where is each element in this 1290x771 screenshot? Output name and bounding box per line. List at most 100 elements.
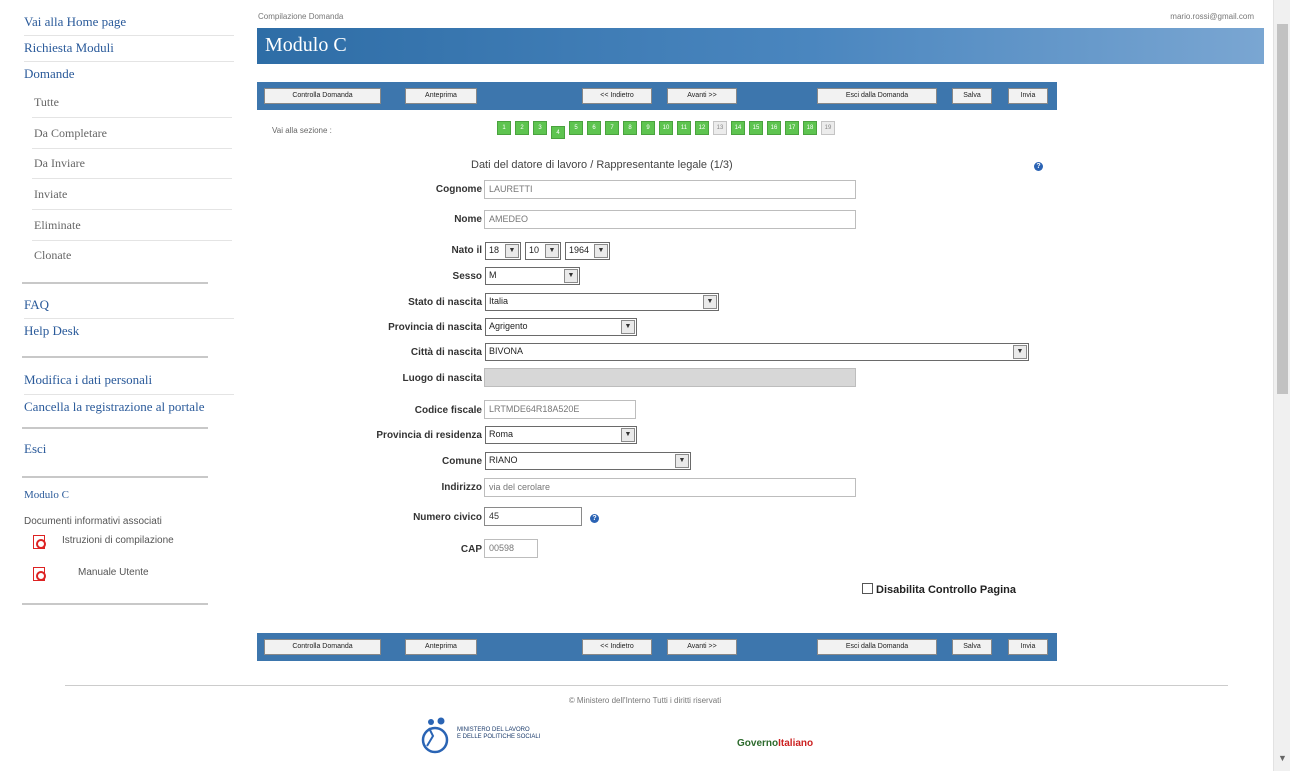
section-button-1[interactable]: 1 xyxy=(497,121,511,135)
help-desk-link[interactable]: Help Desk xyxy=(24,323,79,339)
section-button-11[interactable]: 11 xyxy=(677,121,691,135)
avanti-button[interactable]: Avanti >> xyxy=(667,639,737,655)
modifica-dati-link[interactable]: Modifica i dati personali xyxy=(24,372,152,388)
domande-link[interactable]: Domande xyxy=(24,66,75,82)
user-email: mario.rossi@gmail.com xyxy=(1170,12,1254,21)
home-link[interactable]: Vai alla Home page xyxy=(24,14,126,30)
disable-check-control[interactable]: Disabilita Controllo Pagina xyxy=(862,583,1016,596)
salva-button[interactable]: Salva xyxy=(952,639,992,655)
chevron-down-icon: ▼ xyxy=(621,428,635,442)
cancella-registrazione-link[interactable]: Cancella la registrazione al portale xyxy=(24,399,204,415)
provincia-nascita-label: Provincia di nascita xyxy=(388,322,482,333)
nato-anno-select[interactable]: 1964 ▼ xyxy=(565,242,610,260)
invia-button[interactable]: Invia xyxy=(1008,639,1048,655)
controlla-domanda-button[interactable]: Controlla Domanda xyxy=(264,639,381,655)
chevron-down-icon: ▼ xyxy=(675,454,689,468)
anteprima-button[interactable]: Anteprima xyxy=(405,88,477,104)
section-button-5[interactable]: 5 xyxy=(569,121,583,135)
cognome-field[interactable]: LAURETTI xyxy=(484,180,856,199)
scrollbar-thumb[interactable] xyxy=(1277,24,1288,394)
select-value: RIANO xyxy=(489,455,518,465)
scrollbar[interactable]: ▼ xyxy=(1273,0,1290,771)
controlla-domanda-button[interactable]: Controlla Domanda xyxy=(264,88,381,104)
sidebar-item-inviate[interactable]: Inviate xyxy=(34,187,67,202)
checkbox[interactable] xyxy=(862,583,873,594)
comune-select[interactable]: RIANO ▼ xyxy=(485,452,691,470)
cognome-label: Cognome xyxy=(435,184,482,195)
citta-nascita-select[interactable]: BIVONA ▼ xyxy=(485,343,1029,361)
governo-text: Governo xyxy=(737,738,779,749)
sesso-select[interactable]: M ▼ xyxy=(485,267,580,285)
top-toolbar: Controlla Domanda Anteprima << Indietro … xyxy=(257,82,1057,110)
istruzioni-link[interactable]: Istruzioni di compilazione xyxy=(62,535,174,546)
richiesta-moduli-link[interactable]: Richiesta Moduli xyxy=(24,40,114,56)
sidebar-item-da-inviare[interactable]: Da Inviare xyxy=(34,156,85,171)
section-button-8[interactable]: 8 xyxy=(623,121,637,135)
indirizzo-field[interactable]: via del cerolare xyxy=(484,478,856,497)
pdf-icon xyxy=(33,535,46,549)
sidebar-item-da-completare[interactable]: Da Completare xyxy=(34,126,107,141)
section-button-18[interactable]: 18 xyxy=(803,121,817,135)
section-button-14[interactable]: 14 xyxy=(731,121,745,135)
chevron-down-icon: ▼ xyxy=(594,244,608,258)
disable-check-label: Disabilita Controllo Pagina xyxy=(876,584,1016,596)
codice-fiscale-field[interactable]: LRTMDE64R18A520E xyxy=(484,400,636,419)
nome-field[interactable]: AMEDEO xyxy=(484,210,856,229)
chevron-down-icon: ▼ xyxy=(545,244,559,258)
section-button-3[interactable]: 3 xyxy=(533,121,547,135)
sidebar-item-clonate[interactable]: Clonate xyxy=(34,248,71,263)
provincia-nascita-select[interactable]: Agrigento ▼ xyxy=(485,318,637,336)
sidebar-item-eliminate[interactable]: Eliminate xyxy=(34,218,81,233)
help-icon[interactable]: ? xyxy=(1034,162,1043,171)
cap-field[interactable]: 00598 xyxy=(484,539,538,558)
invia-button[interactable]: Invia xyxy=(1008,88,1048,104)
section-button-19[interactable]: 19 xyxy=(821,121,835,135)
section-separator xyxy=(22,282,208,284)
esci-link[interactable]: Esci xyxy=(24,441,46,457)
select-value: Agrigento xyxy=(489,321,528,331)
stato-nascita-select[interactable]: Italia ▼ xyxy=(485,293,719,311)
avanti-button[interactable]: Avanti >> xyxy=(667,88,737,104)
citta-nascita-label: Città di nascita xyxy=(410,347,482,358)
divider xyxy=(32,148,232,149)
indietro-button[interactable]: << Indietro xyxy=(582,88,652,104)
sesso-label: Sesso xyxy=(452,271,482,282)
section-button-16[interactable]: 16 xyxy=(767,121,781,135)
select-value: 1964 xyxy=(569,245,590,255)
select-value: M xyxy=(489,270,497,280)
section-button-10[interactable]: 10 xyxy=(659,121,673,135)
section-button-15[interactable]: 15 xyxy=(749,121,763,135)
section-button-2[interactable]: 2 xyxy=(515,121,529,135)
provincia-residenza-select[interactable]: Roma ▼ xyxy=(485,426,637,444)
section-button-7[interactable]: 7 xyxy=(605,121,619,135)
manuale-link[interactable]: Manuale Utente xyxy=(78,567,149,578)
esci-domanda-button[interactable]: Esci dalla Domanda xyxy=(817,88,937,104)
governo-text: Italiano xyxy=(778,738,814,749)
numero-civico-field[interactable]: 45 xyxy=(484,507,582,526)
ministero-text: MINISTERO DEL LAVORO E DELLE POLITICHE S… xyxy=(457,727,540,741)
anteprima-button[interactable]: Anteprima xyxy=(405,639,477,655)
section-button-17[interactable]: 17 xyxy=(785,121,799,135)
chevron-down-icon: ▼ xyxy=(703,295,717,309)
salva-button[interactable]: Salva xyxy=(952,88,992,104)
esci-domanda-button[interactable]: Esci dalla Domanda xyxy=(817,639,937,655)
chevron-down-icon[interactable]: ▼ xyxy=(1278,753,1287,763)
nato-mese-select[interactable]: 10 ▼ xyxy=(525,242,561,260)
divider xyxy=(24,318,234,319)
help-icon[interactable]: ? xyxy=(590,514,599,523)
sidebar-item-tutte[interactable]: Tutte xyxy=(34,95,59,110)
chevron-down-icon: ▼ xyxy=(505,244,519,258)
nome-label: Nome xyxy=(454,214,482,225)
title-bar: Modulo C xyxy=(257,28,1264,64)
indietro-button[interactable]: << Indietro xyxy=(582,639,652,655)
faq-link[interactable]: FAQ xyxy=(24,297,49,313)
section-button-6[interactable]: 6 xyxy=(587,121,601,135)
select-value: BIVONA xyxy=(489,346,524,356)
modulo-link[interactable]: Modulo C xyxy=(24,489,69,501)
section-button-9[interactable]: 9 xyxy=(641,121,655,135)
nato-giorno-select[interactable]: 18 ▼ xyxy=(485,242,521,260)
section-button-12[interactable]: 12 xyxy=(695,121,709,135)
section-button-13[interactable]: 13 xyxy=(713,121,727,135)
section-nav-label: Vai alla sezione : xyxy=(272,126,332,135)
section-button-4[interactable]: 4 xyxy=(551,126,565,139)
